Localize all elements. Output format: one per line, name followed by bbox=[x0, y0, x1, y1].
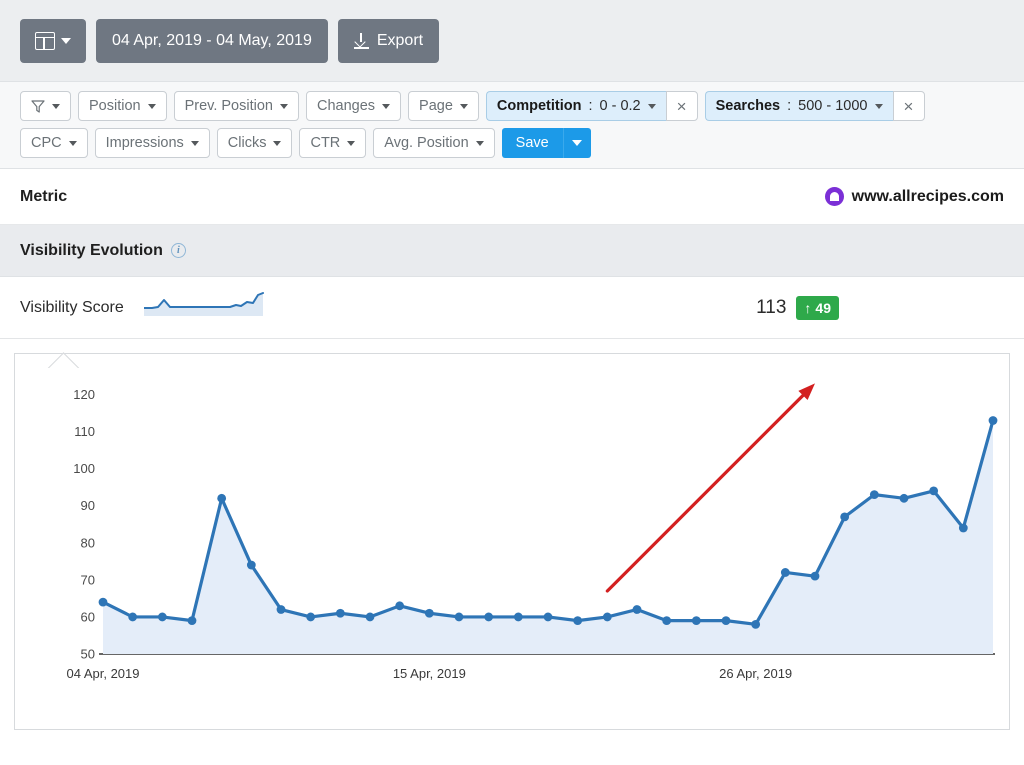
filter-searches-sep: : bbox=[787, 98, 792, 114]
visibility-line-chart[interactable]: 50 60 70 80 90 100 110 120 04 Apr, 2019 15 Apr, 2… bbox=[15, 354, 1011, 729]
visibility-score-row[interactable]: Visibility Score 113 ↑ 49 bbox=[0, 277, 1024, 339]
filter-competition-group: Competition : 0 - 0.2 × bbox=[485, 91, 698, 121]
chevron-down-icon bbox=[68, 140, 77, 146]
svg-text:60: 60 bbox=[81, 609, 95, 624]
filter-ctr[interactable]: CTR bbox=[299, 128, 367, 158]
export-label: Export bbox=[376, 31, 424, 49]
visibility-score-value: 113 bbox=[756, 296, 787, 318]
filter-cpc-label: CPC bbox=[31, 135, 62, 151]
filter-competition-value: 0 - 0.2 bbox=[599, 98, 641, 114]
svg-text:120: 120 bbox=[73, 387, 95, 402]
filter-competition-sep: : bbox=[588, 98, 593, 114]
filter-avg-position[interactable]: Avg. Position bbox=[373, 128, 495, 158]
close-icon: × bbox=[676, 96, 687, 116]
filter-funnel-button[interactable] bbox=[20, 91, 71, 121]
chevron-down-icon bbox=[279, 103, 288, 109]
domain-column-header: www.allrecipes.com bbox=[824, 187, 1004, 206]
export-button[interactable]: Export bbox=[337, 18, 440, 63]
chevron-down-icon bbox=[190, 140, 199, 146]
filter-searches-group: Searches : 500 - 1000 × bbox=[704, 91, 925, 121]
filter-avg-position-label: Avg. Position bbox=[384, 135, 469, 151]
arrow-up-icon: ↑ bbox=[804, 299, 812, 316]
chart-section: 50 60 70 80 90 100 110 120 04 Apr, 2019 15 Apr, 2… bbox=[0, 353, 1024, 730]
svg-text:15 Apr, 2019: 15 Apr, 2019 bbox=[393, 666, 466, 681]
chevron-down-icon bbox=[647, 103, 656, 109]
filter-row-1: Position Prev. Position Changes Page Com… bbox=[20, 91, 1004, 121]
download-icon bbox=[353, 32, 369, 49]
svg-text:90: 90 bbox=[81, 498, 95, 513]
close-icon: × bbox=[903, 96, 914, 116]
date-range-button[interactable]: 04 Apr, 2019 - 04 May, 2019 bbox=[96, 18, 328, 63]
svg-text:80: 80 bbox=[81, 535, 95, 550]
filter-cpc[interactable]: CPC bbox=[20, 128, 88, 158]
filter-prev-position[interactable]: Prev. Position bbox=[173, 91, 299, 121]
layout-selector-button[interactable] bbox=[20, 18, 86, 63]
filter-competition-remove[interactable]: × bbox=[665, 91, 698, 121]
filter-searches-name: Searches bbox=[715, 98, 781, 114]
top-toolbar: 04 Apr, 2019 - 04 May, 2019 Export bbox=[0, 0, 1024, 82]
domain-label: www.allrecipes.com bbox=[851, 187, 1004, 205]
chevron-down-icon bbox=[874, 103, 883, 109]
status-badge: ↑ 49 bbox=[796, 295, 839, 320]
svg-text:50: 50 bbox=[81, 647, 95, 662]
filter-competition-name: Competition bbox=[496, 98, 582, 114]
save-button[interactable]: Save bbox=[501, 128, 563, 158]
chart-panel: 50 60 70 80 90 100 110 120 04 Apr, 2019 15 Apr, 2… bbox=[14, 353, 1010, 730]
filter-page[interactable]: Page bbox=[408, 91, 479, 121]
metric-header-row: Metric www.allrecipes.com bbox=[0, 169, 1024, 225]
funnel-icon bbox=[31, 99, 45, 113]
filter-position[interactable]: Position bbox=[78, 91, 167, 121]
filter-clicks[interactable]: Clicks bbox=[216, 128, 293, 158]
svg-text:70: 70 bbox=[81, 572, 95, 587]
filter-changes-label: Changes bbox=[316, 98, 376, 114]
date-range-label: 04 Apr, 2019 - 04 May, 2019 bbox=[112, 31, 312, 49]
chevron-down-icon bbox=[382, 103, 391, 109]
chevron-down-icon bbox=[347, 140, 356, 146]
filter-bar: Position Prev. Position Changes Page Com… bbox=[0, 82, 1024, 169]
chevron-down-icon bbox=[459, 103, 468, 109]
chevron-down-icon bbox=[52, 103, 60, 109]
chevron-down-icon bbox=[147, 103, 156, 109]
filter-page-label: Page bbox=[419, 98, 453, 114]
metric-column-header: Metric bbox=[20, 187, 68, 205]
svg-text:110: 110 bbox=[74, 424, 95, 439]
filter-impressions-label: Impressions bbox=[105, 135, 184, 151]
filter-impressions[interactable]: Impressions bbox=[94, 128, 210, 158]
info-icon[interactable]: i bbox=[170, 243, 186, 258]
filter-ctr-label: CTR bbox=[310, 135, 341, 151]
filter-searches[interactable]: Searches : 500 - 1000 bbox=[704, 91, 893, 121]
filter-searches-value: 500 - 1000 bbox=[798, 98, 868, 114]
chevron-down-icon bbox=[475, 140, 484, 146]
filter-prev-position-label: Prev. Position bbox=[184, 98, 273, 114]
svg-text:04 Apr, 2019: 04 Apr, 2019 bbox=[66, 666, 139, 681]
save-filter-group: Save bbox=[501, 128, 591, 158]
section-title: Visibility Evolution bbox=[20, 241, 163, 259]
filter-clicks-label: Clicks bbox=[227, 135, 267, 151]
panel-notch bbox=[46, 352, 80, 368]
sparkline-chart bbox=[142, 290, 264, 325]
status-badge-value: 49 bbox=[815, 299, 831, 316]
visibility-evolution-page: 04 Apr, 2019 - 04 May, 2019 Export Posit… bbox=[0, 0, 1024, 765]
filter-row-2: CPC Impressions Clicks CTR Avg. Position… bbox=[20, 128, 1004, 158]
filter-changes[interactable]: Changes bbox=[305, 91, 402, 121]
visibility-score-values: 113 ↑ 49 bbox=[756, 295, 1004, 320]
chevron-down-icon bbox=[572, 140, 583, 146]
chevron-down-icon bbox=[273, 140, 282, 146]
svg-text:100: 100 bbox=[73, 461, 95, 476]
allrecipes-favicon-icon bbox=[824, 187, 844, 206]
visibility-evolution-section-header: Visibility Evolution i bbox=[0, 225, 1024, 277]
svg-text:26 Apr, 2019: 26 Apr, 2019 bbox=[719, 666, 792, 681]
save-dropdown-button[interactable] bbox=[562, 128, 591, 158]
filter-position-label: Position bbox=[89, 98, 141, 114]
visibility-score-label: Visibility Score bbox=[20, 298, 124, 316]
filter-competition[interactable]: Competition : 0 - 0.2 bbox=[485, 91, 666, 121]
grid-layout-icon bbox=[35, 31, 55, 50]
filter-searches-remove[interactable]: × bbox=[892, 91, 925, 121]
chevron-down-icon bbox=[61, 37, 71, 44]
